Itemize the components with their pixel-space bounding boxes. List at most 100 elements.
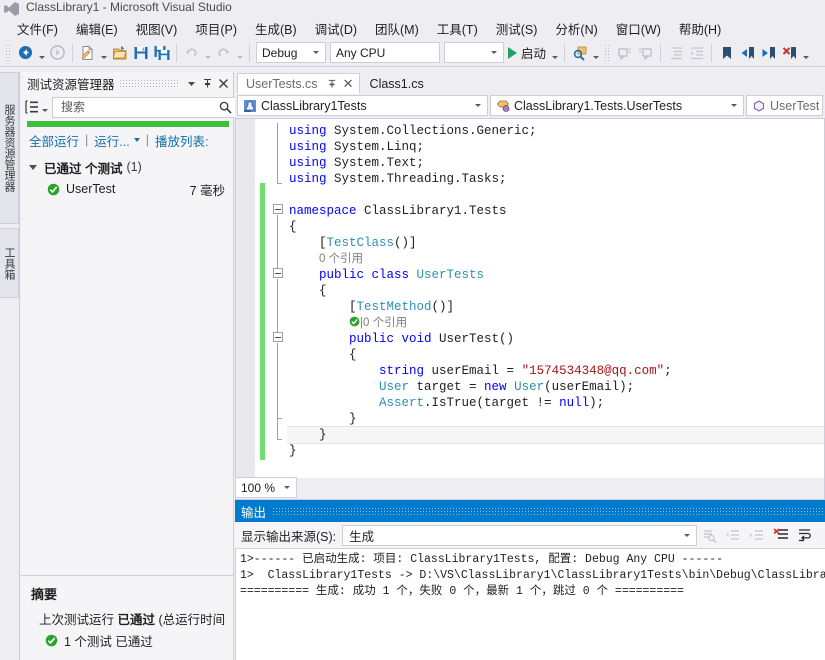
new-item-icon[interactable]	[77, 42, 98, 64]
output-panel-drag-dots[interactable]	[272, 506, 825, 516]
navigate-back-icon[interactable]	[15, 42, 36, 64]
navigate-back-dropdown[interactable]	[36, 42, 47, 64]
chevron-down-icon[interactable]	[471, 104, 485, 107]
close-icon[interactable]: ✕	[342, 76, 355, 92]
run-all-link[interactable]: 全部运行	[29, 131, 79, 150]
code-line[interactable]: }	[287, 426, 824, 444]
navbar-project-combo[interactable]: ClassLibrary1Tests	[237, 95, 488, 116]
code-line[interactable]: public void UserTest()	[287, 331, 824, 347]
navigate-forward-icon[interactable]	[47, 42, 68, 64]
search-icon[interactable]	[218, 101, 233, 114]
toolbar-grip[interactable]	[5, 43, 12, 62]
menu-build[interactable]: 生成(B)	[246, 17, 306, 40]
code-line[interactable]: using System.Text;	[287, 155, 824, 171]
code-line[interactable]: }	[287, 411, 824, 427]
tab-class1-cs[interactable]: Class1.cs	[360, 73, 434, 94]
new-item-dropdown[interactable]	[98, 42, 109, 64]
menu-file[interactable]: 文件(F)	[8, 17, 67, 40]
redo-dropdown[interactable]	[234, 42, 245, 64]
test-list-item[interactable]: UserTest 7 毫秒	[21, 178, 233, 200]
menu-window[interactable]: 窗口(W)	[607, 17, 670, 40]
go-to-next-message-icon[interactable]	[745, 524, 769, 546]
code-line[interactable]: Assert.IsTrue(target != null);	[287, 395, 824, 411]
code-line[interactable]: using System.Linq;	[287, 139, 824, 155]
code-line[interactable]: 0 个引用	[287, 251, 824, 267]
code-line[interactable]: User target = new User(userEmail);	[287, 379, 824, 395]
toolbar-grip-2[interactable]	[604, 43, 612, 62]
undo-dropdown[interactable]	[202, 42, 213, 64]
menu-project[interactable]: 项目(P)	[186, 17, 246, 40]
close-icon[interactable]	[215, 74, 231, 92]
find-in-files-icon[interactable]	[569, 42, 590, 64]
save-all-icon[interactable]	[151, 42, 172, 64]
code-line[interactable]: {	[287, 283, 824, 299]
playlist-link[interactable]: 播放列表:	[155, 131, 208, 150]
menu-team[interactable]: 团队(M)	[366, 17, 428, 40]
tab-usertests-cs[interactable]: UserTests.cs ✕	[237, 73, 360, 94]
increase-indent-icon[interactable]	[686, 42, 707, 64]
outlining-collapse-method[interactable]	[273, 332, 283, 342]
open-file-icon[interactable]	[109, 42, 130, 64]
code-text-area[interactable]: using System.Collections.Generic; using S…	[287, 119, 824, 478]
group-by-dropdown[interactable]	[42, 97, 48, 118]
debug-target-combo[interactable]	[444, 42, 504, 63]
find-message-icon[interactable]	[697, 524, 721, 546]
clear-all-icon[interactable]	[769, 524, 793, 546]
outlining-collapse-namespace[interactable]	[273, 204, 283, 214]
start-debug-button[interactable]: 启动	[506, 42, 549, 64]
panel-drag-dots[interactable]	[118, 78, 179, 88]
run-link[interactable]: 运行...	[94, 131, 129, 150]
code-line[interactable]	[287, 187, 824, 203]
search-input[interactable]	[59, 99, 218, 115]
code-line[interactable]: using System.Collections.Generic;	[287, 123, 824, 139]
solution-configuration-combo[interactable]: Debug	[256, 42, 326, 63]
output-source-combo[interactable]: 生成	[342, 524, 698, 546]
outlining-collapse-class[interactable]	[273, 268, 283, 278]
editor-indicator-margin[interactable]	[236, 119, 255, 478]
zoom-level-combo[interactable]: 100 %	[235, 477, 297, 498]
clear-bookmarks-icon[interactable]	[779, 42, 800, 64]
chevron-down-icon[interactable]	[133, 138, 140, 142]
undo-icon[interactable]	[181, 42, 202, 64]
menu-analyze[interactable]: 分析(N)	[546, 17, 606, 40]
redo-icon[interactable]	[213, 42, 234, 64]
chevron-down-icon[interactable]	[309, 51, 323, 54]
uncomment-selection-icon[interactable]	[635, 42, 656, 64]
code-line[interactable]: [TestMethod()]	[287, 299, 824, 315]
find-dropdown[interactable]	[590, 42, 601, 64]
vtab-toolbox[interactable]: 工具箱	[0, 228, 19, 298]
toggle-bookmark-icon[interactable]	[716, 42, 737, 64]
code-line[interactable]: }	[287, 443, 824, 459]
editor-outlining-margin[interactable]	[272, 119, 287, 478]
search-input-wrapper[interactable]	[52, 96, 246, 118]
start-debug-dropdown[interactable]	[549, 42, 560, 64]
menu-edit[interactable]: 编辑(E)	[67, 17, 127, 40]
chevron-down-icon[interactable]	[280, 486, 294, 489]
code-line[interactable]: {	[287, 347, 824, 363]
output-text-area[interactable]: 1>------ 已启动生成: 项目: ClassLibrary1Tests, …	[235, 548, 825, 660]
code-line[interactable]: string userEmail = "1574534348@qq.com";	[287, 363, 824, 379]
pin-icon[interactable]	[199, 74, 215, 92]
menu-test[interactable]: 测试(S)	[487, 17, 547, 40]
navbar-type-combo[interactable]: ClassLibrary1.Tests.UserTests	[490, 95, 744, 116]
code-line[interactable]: public class UserTests	[287, 267, 824, 283]
window-dropdown-icon[interactable]	[183, 74, 199, 92]
comment-selection-icon[interactable]	[614, 42, 635, 64]
chevron-down-icon[interactable]	[487, 51, 501, 54]
test-group-passed[interactable]: 已通过 个测试 (1)	[21, 156, 233, 178]
menu-debug[interactable]: 调试(D)	[306, 17, 366, 40]
code-line[interactable]: using System.Threading.Tasks;	[287, 171, 824, 187]
previous-bookmark-icon[interactable]	[737, 42, 758, 64]
code-line[interactable]: |0 个引用	[287, 315, 824, 331]
menu-tools[interactable]: 工具(T)	[428, 17, 487, 40]
code-line[interactable]: {	[287, 219, 824, 235]
chevron-down-icon[interactable]	[680, 533, 694, 537]
chevron-down-icon[interactable]	[727, 104, 741, 107]
toggle-word-wrap-icon[interactable]	[793, 524, 817, 546]
save-icon[interactable]	[130, 42, 151, 64]
decrease-indent-icon[interactable]	[665, 42, 686, 64]
vtab-server-explorer[interactable]: 服务器资源管理器	[0, 72, 19, 224]
code-line[interactable]: namespace ClassLibrary1.Tests	[287, 203, 824, 219]
navbar-member-combo[interactable]: UserTest	[746, 95, 823, 116]
menu-view[interactable]: 视图(V)	[127, 17, 187, 40]
